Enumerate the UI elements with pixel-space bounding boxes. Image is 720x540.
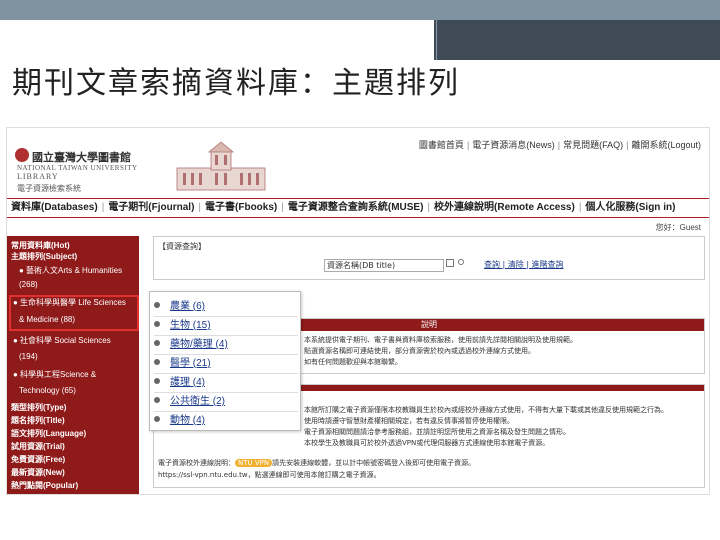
- sidebar-item-arts[interactable]: ● 藝術人文Arts & Humanities: [19, 265, 122, 276]
- library-portal-screenshot: 國立臺灣大學圖書館 NATIONAL TAIWAN UNIVERSITY LIB…: [6, 127, 710, 495]
- library-building-icon: [176, 141, 266, 191]
- search-checkbox[interactable]: [446, 259, 454, 267]
- nav-databases[interactable]: 資料庫(Databases): [11, 202, 98, 213]
- top-utility-links: 圖書館首頁 | 電子資源消息(News) | 常見問題(FAQ) | 離開系統(Logout…: [419, 138, 701, 151]
- nav-muse[interactable]: 電子資源整合查詢系統(MUSE): [288, 202, 424, 213]
- sidebar-item-science-count: Technology (65): [19, 386, 76, 395]
- vpn-line-prefix: 電子資源校外連線說明：: [158, 459, 235, 467]
- link-library-home[interactable]: 圖書館首頁: [419, 140, 464, 150]
- subject-label[interactable]: 藥物/藥理 (4): [170, 339, 228, 350]
- sidebar-item-popular[interactable]: 熱門點閱(Popular): [11, 480, 78, 491]
- search-action-links[interactable]: 查詢 | 清除 | 進階查詢: [484, 259, 564, 270]
- subject-item-zoology[interactable]: 動物 (4): [154, 411, 205, 429]
- link-faq[interactable]: 常見問題(FAQ): [563, 140, 623, 150]
- notice-line: 使用時請遵守智慧財產權相關規定，若有違反情事將暫停使用權限。: [304, 417, 514, 425]
- nav-remote-access[interactable]: 校外連線說明(Remote Access): [434, 202, 575, 213]
- vpn-line: 電子資源校外連線說明： NTU VPN 請先安裝連線軟體，並以計中帳號密碼登入後即可…: [158, 458, 475, 468]
- separator: |: [427, 202, 431, 213]
- notice-line: 本館所訂購之電子資源僅限本校教職員生於校內或經校外連線方式使用，不得有大量下載或…: [304, 406, 668, 414]
- sidebar-item-trial[interactable]: 試用資源(Trial): [11, 441, 65, 452]
- subject-item-public-health[interactable]: 公共衛生 (2): [154, 392, 225, 410]
- highlight-box-life-sciences: [9, 295, 139, 331]
- top-right-dark-band: [432, 20, 720, 60]
- sidebar-item-arts-count: (268): [19, 280, 38, 289]
- bullet-icon: [154, 339, 160, 346]
- portal-header: 國立臺灣大學圖書館 NATIONAL TAIWAN UNIVERSITY LIB…: [7, 128, 709, 198]
- subject-label[interactable]: 動物 (4): [170, 415, 205, 426]
- info-panel-line: 如有任何問題歡迎與本館聯繫。: [304, 358, 402, 366]
- sidebar-item-social-sciences[interactable]: ● 社會科學 Social Sciences: [13, 335, 111, 346]
- life-sciences-subject-list: 農業 (6) 生物 (15) 藥物/藥理 (4) 醫學 (21) 護理 (4) …: [149, 291, 301, 431]
- notice-line: 電子資源相關問題請洽參考服務組，並請註明您所使用之資源名稱及發生問題之情形。: [304, 428, 570, 436]
- vpn-line-suffix: 請先安裝連線軟體，並以計中帳號密碼登入後即可使用電子資源。: [272, 459, 476, 467]
- bullet-icon: [154, 320, 160, 327]
- slide: 期刊文章索摘資料庫：主題排列 國立臺灣大學圖書館 NATIONAL TAIWAN…: [0, 0, 720, 540]
- band-divider: [432, 20, 434, 60]
- nav-ebooks[interactable]: 電子書(Fbooks): [205, 202, 277, 213]
- slide-title: 期刊文章索摘資料庫：主題排列: [12, 66, 460, 101]
- subject-item-medicine[interactable]: 醫學 (21): [154, 354, 211, 372]
- subject-label[interactable]: 生物 (15): [170, 320, 211, 331]
- separator: |: [557, 140, 561, 150]
- sidebar-item-type[interactable]: 類型排列(Type): [11, 402, 66, 413]
- top-decorative-band: [0, 0, 720, 20]
- left-sidebar: 常用資料庫(Hot) 主題排列(Subject) ● 藝術人文Arts & Hu…: [7, 236, 139, 494]
- library-name-zh[interactable]: 國立臺灣大學圖書館: [32, 149, 131, 165]
- sidebar-item-title[interactable]: 題名排列(Title): [11, 415, 65, 426]
- link-news[interactable]: 電子資源消息(News): [472, 140, 555, 150]
- bullet-icon: [154, 415, 160, 422]
- search-field-select[interactable]: 資源名稱(DB title): [324, 259, 444, 272]
- sidebar-item-hot[interactable]: 常用資料庫(Hot): [11, 240, 70, 251]
- subject-label[interactable]: 公共衛生 (2): [170, 396, 225, 407]
- bullet-icon: [154, 301, 160, 308]
- bullet-icon: [154, 358, 160, 365]
- vpn-badge[interactable]: NTU VPN: [235, 459, 273, 467]
- subject-item-biology[interactable]: 生物 (15): [154, 316, 211, 334]
- sidebar-item-free[interactable]: 免費資源(Free): [11, 454, 65, 465]
- band-divider-thin: [436, 20, 437, 60]
- separator: |: [198, 202, 202, 213]
- search-radio[interactable]: [458, 259, 464, 265]
- subject-item-agriculture[interactable]: 農業 (6): [154, 297, 205, 315]
- separator: |: [101, 202, 105, 213]
- subject-label[interactable]: 護理 (4): [170, 377, 205, 388]
- resource-search-box: 【資源查詢】 資源名稱(DB title) 查詢 | 清除 | 進階查詢: [153, 236, 705, 280]
- separator: |: [466, 140, 470, 150]
- info-panel-line: 本系統提供電子期刊、電子書與資料庫檢索服務，使用前請先詳閱相關說明及使用規範。: [304, 336, 577, 344]
- subject-label[interactable]: 農業 (6): [170, 301, 205, 312]
- guest-greeting: 您好：Guest: [655, 223, 701, 232]
- info-panel-line: 點選資源名稱即可連結使用，部分資源需於校內或透過校外連線方式使用。: [304, 347, 535, 355]
- nav-sign-in[interactable]: 個人化服務(Sign in): [585, 202, 675, 213]
- main-navbar: 資料庫(Databases) | 電子期刊(Fjournal) | 電子書(Fbooks…: [7, 198, 709, 218]
- separator: |: [578, 202, 582, 213]
- library-name-en-2: LIBRARY: [17, 172, 59, 181]
- search-title: 【資源查詢】: [158, 242, 206, 251]
- subject-item-pharmacology[interactable]: 藥物/藥理 (4): [154, 335, 228, 353]
- bullet-icon: [154, 396, 160, 403]
- library-subtitle: 電子資源檢索系統: [17, 184, 81, 193]
- sidebar-item-social-count: (194): [19, 352, 38, 361]
- sidebar-item-subject[interactable]: 主題排列(Subject): [11, 251, 77, 262]
- sidebar-item-science-tech[interactable]: ● 科學與工程Science &: [13, 369, 96, 380]
- sidebar-item-language[interactable]: 語文排列(Language): [11, 428, 86, 439]
- notice-line: 本校學生及教職員可於校外透過VPN或代理伺服器方式連線使用本館電子資源。: [304, 439, 550, 447]
- sidebar-item-new[interactable]: 最新資源(New): [11, 467, 65, 478]
- separator: |: [626, 140, 629, 150]
- subject-item-nursing[interactable]: 護理 (4): [154, 373, 205, 391]
- nav-ejournal[interactable]: 電子期刊(Fjournal): [108, 202, 194, 213]
- vpn-url-line[interactable]: https://ssl-vpn.ntu.edu.tw，點選連線即可使用本館訂購之…: [158, 470, 381, 480]
- bullet-icon: [154, 377, 160, 384]
- separator: |: [281, 202, 284, 213]
- library-logo-icon: [15, 148, 29, 162]
- subject-label[interactable]: 醫學 (21): [170, 358, 211, 369]
- link-logout[interactable]: 離開系統(Logout): [631, 140, 701, 150]
- library-name-en-1: NATIONAL TAIWAN UNIVERSITY: [17, 164, 138, 172]
